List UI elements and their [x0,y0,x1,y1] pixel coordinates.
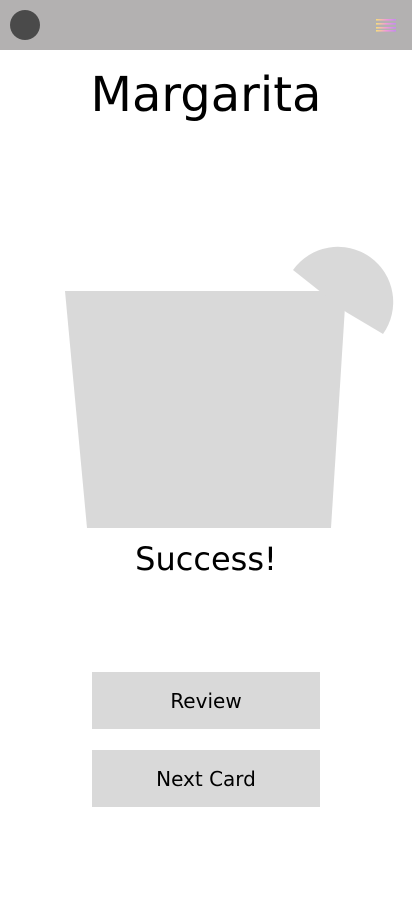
top-app-bar [0,0,412,50]
result-text: Success! [135,540,277,578]
review-button[interactable]: Review [92,672,320,729]
cocktail-glass-with-lime-icon [0,240,412,540]
page-title: Margarita [90,67,322,123]
avatar-icon[interactable] [10,10,40,40]
hamburger-menu-icon[interactable] [376,18,396,34]
glass-shape [65,291,346,528]
next-card-button[interactable]: Next Card [92,750,320,807]
